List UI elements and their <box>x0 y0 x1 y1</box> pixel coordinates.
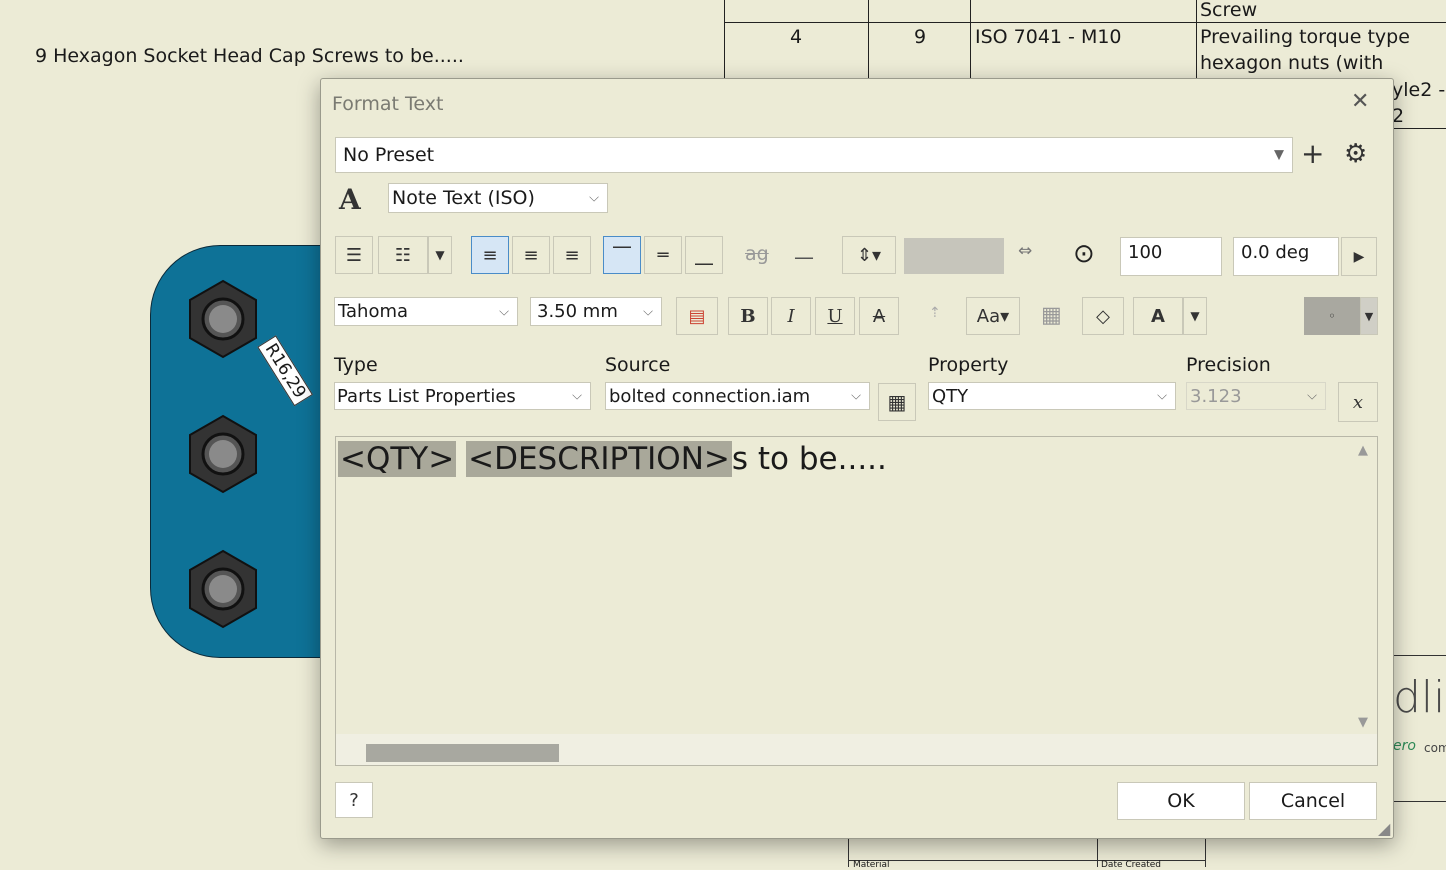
chevron-down-icon[interactable]: ▼ <box>428 236 452 274</box>
table-cell-overflow: yle2 - <box>1392 79 1446 101</box>
fill-icon[interactable]: ◇ <box>1082 297 1124 335</box>
line-spacing-icon[interactable]: ⇕▾ <box>842 236 896 274</box>
editor-text: s to be..... <box>731 441 887 477</box>
font-size-value: 3.50 mm <box>537 301 618 322</box>
oblique-angle-input[interactable]: 0.0 deg <box>1233 237 1339 276</box>
scroll-up-icon[interactable]: ▲ <box>1358 443 1368 458</box>
browse-table-icon[interactable]: ▦ <box>878 383 916 421</box>
justify-icon[interactable]: ⇔ <box>1018 241 1032 261</box>
text-style-select[interactable]: Note Text (ISO) ⌵ <box>388 183 608 213</box>
hex-bolt-icon <box>189 279 257 359</box>
width-factor-icon[interactable]: ⊙ <box>1073 239 1095 269</box>
line-icon[interactable]: — <box>794 245 814 269</box>
align-left-icon[interactable]: ≡ <box>471 236 509 274</box>
description-field[interactable]: <DESCRIPTION> <box>466 441 732 477</box>
title-block-label: Date Created <box>1101 860 1161 870</box>
chevron-down-icon[interactable]: ▼ <box>1360 297 1378 335</box>
stacked-layers-icon[interactable]: ▤ <box>676 297 718 335</box>
source-label: Source <box>605 354 671 376</box>
text-editor[interactable]: <QTY> <DESCRIPTION>s to be..... ▲ ▼ <box>335 436 1378 766</box>
italic-icon[interactable]: I <box>771 297 811 335</box>
text-frame-icon[interactable]: ▦ <box>1041 303 1062 328</box>
table-cell-item: 4 <box>790 26 803 48</box>
strikethrough-icon[interactable]: A <box>859 297 899 335</box>
bold-icon[interactable]: B <box>728 297 768 335</box>
font-select[interactable]: Tahoma ⌵ <box>334 297 518 326</box>
symbol-icon[interactable]: ◦ <box>1304 297 1360 335</box>
property-select[interactable]: QTY ⌵ <box>928 382 1176 410</box>
play-arrow-icon[interactable]: ▶ <box>1341 237 1377 276</box>
precision-select: 3.123 ⌵ <box>1186 382 1326 410</box>
type-label: Type <box>334 354 378 376</box>
close-icon[interactable]: ✕ <box>1351 89 1369 114</box>
title-block-bottom: Material Date Created <box>848 838 1206 870</box>
align-right-icon[interactable]: ≡ <box>553 236 591 274</box>
bullet-list-icon[interactable]: ☰ <box>335 236 373 274</box>
width-factor-input[interactable]: 100 <box>1120 237 1222 276</box>
precision-label: Precision <box>1186 354 1271 376</box>
case-icon[interactable]: Aa▾ <box>966 297 1020 335</box>
chevron-down-icon: ⌵ <box>589 190 599 206</box>
text-style-value: Note Text (ISO) <box>392 187 535 209</box>
align-middle-icon[interactable]: ═ <box>644 236 682 274</box>
font-size-select[interactable]: 3.50 mm ⌵ <box>530 297 662 326</box>
cancel-button[interactable]: Cancel <box>1249 782 1377 820</box>
precision-value: 3.123 <box>1190 385 1242 407</box>
disabled-field <box>904 238 1004 274</box>
dialog-title: Format Text <box>332 93 444 115</box>
table-cell: Screw <box>1200 0 1258 21</box>
superscript-icon[interactable]: ⇡ <box>929 305 941 321</box>
type-value: Parts List Properties <box>337 385 516 407</box>
table-cell-desc: hexagon nuts (with <box>1200 52 1384 74</box>
width-factor-value: 100 <box>1128 242 1163 263</box>
qty-field[interactable]: <QTY> <box>338 441 457 477</box>
logo-sub: com <box>1424 741 1446 755</box>
type-select[interactable]: Parts List Properties ⌵ <box>334 382 591 410</box>
insert-parameter-icon[interactable]: x <box>1338 382 1378 422</box>
preset-value: No Preset <box>343 144 435 166</box>
gear-icon[interactable]: ⚙ <box>1344 139 1367 169</box>
table-cell-desc: Prevailing torque type <box>1200 26 1410 48</box>
title-block-label: Material <box>853 860 890 870</box>
resize-grip-icon[interactable]: ◢ <box>1378 819 1390 838</box>
chevron-down-icon: ⌵ <box>643 304 653 319</box>
editor-content[interactable]: <QTY> <DESCRIPTION>s to be..... <box>338 441 887 477</box>
hex-bolt-icon <box>189 549 257 629</box>
format-text-dialog: Format Text ✕ No Preset ▼ + ⚙ A Note Tex… <box>320 78 1394 839</box>
table-cell-part: ISO 7041 - M10 <box>975 26 1122 48</box>
source-value: bolted connection.iam <box>609 385 811 407</box>
property-value: QTY <box>932 385 969 407</box>
logo: dlin <box>1393 672 1446 723</box>
text-color-icon[interactable]: A <box>1133 297 1183 335</box>
text-style-icon: A <box>339 183 361 216</box>
chevron-down-icon: ⌵ <box>1157 388 1167 404</box>
drawing-note: 9 Hexagon Socket Head Cap Screws to be..… <box>35 45 464 67</box>
font-value: Tahoma <box>338 301 409 322</box>
chevron-down-icon: ⌵ <box>851 388 861 404</box>
add-preset-icon[interactable]: + <box>1301 137 1324 170</box>
table-cell-qty: 9 <box>914 26 927 48</box>
preset-select[interactable]: No Preset ▼ <box>335 137 1293 173</box>
numbered-list-icon[interactable]: ☷ <box>378 236 428 274</box>
underline-icon[interactable]: U <box>815 297 855 335</box>
chevron-down-icon[interactable]: ▼ <box>1183 297 1207 335</box>
scroll-down-icon[interactable]: ▼ <box>1358 715 1368 730</box>
stack-icon[interactable]: ag <box>745 243 769 265</box>
oblique-angle-value: 0.0 deg <box>1241 242 1310 263</box>
align-top-icon[interactable]: ⎺ <box>603 236 641 274</box>
plate-part <box>150 245 331 658</box>
property-label: Property <box>928 354 1009 376</box>
source-select[interactable]: bolted connection.iam ⌵ <box>605 382 870 410</box>
align-center-icon[interactable]: ≡ <box>512 236 550 274</box>
logo-sub: ero <box>1393 738 1416 754</box>
ok-button[interactable]: OK <box>1117 782 1245 820</box>
help-icon[interactable]: ? <box>335 782 373 818</box>
chevron-down-icon: ⌵ <box>572 388 582 404</box>
chevron-down-icon: ⌵ <box>1307 388 1317 404</box>
align-bottom-icon[interactable]: ⎽ <box>685 236 723 274</box>
hex-bolt-icon <box>189 414 257 494</box>
chevron-down-icon: ⌵ <box>499 304 509 319</box>
scrollbar-thumb[interactable] <box>366 744 559 762</box>
chevron-down-icon: ▼ <box>1274 147 1284 163</box>
